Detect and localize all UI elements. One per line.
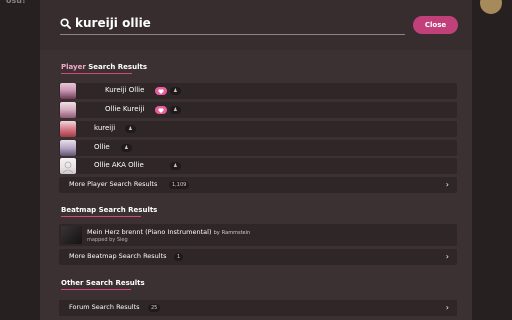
beatmap-title: Mein Herz brennt (Piano Instrumental) by… <box>87 228 250 236</box>
player-title-underline <box>61 73 132 74</box>
chevron-right-icon: › <box>445 180 449 189</box>
player-name: Ollie Kureiji <box>105 105 145 113</box>
flag-sg-icon <box>92 88 101 94</box>
beatmap-mapper: mapped by Sieg <box>87 237 128 243</box>
more-beatmaps-label: More Beatmap Search Results <box>69 252 167 260</box>
background-right <box>472 0 512 320</box>
other-section-title: Other Search Results <box>61 279 145 287</box>
more-beatmaps-row[interactable]: More Beatmap Search Results 1 › <box>59 249 457 265</box>
player-avatar <box>60 140 76 156</box>
player-title-rest: Search Results <box>85 63 147 71</box>
player-name: Ollie AKA Ollie <box>94 161 144 169</box>
player-avatar <box>60 121 76 137</box>
search-underline <box>60 34 405 35</box>
beatmap-result-row[interactable]: Mein Herz brennt (Piano Instrumental) by… <box>59 224 457 246</box>
flag-ir-icon <box>81 126 90 132</box>
other-title-underline <box>61 289 131 290</box>
beatmap-section-title: Beatmap Search Results <box>61 206 158 214</box>
close-button[interactable]: Close <box>413 16 458 34</box>
player-avatar <box>60 83 76 99</box>
more-players-count: 1,109 <box>169 181 190 189</box>
heart-icon <box>155 87 167 95</box>
forum-results-label: Forum Search Results <box>69 303 140 311</box>
player-row[interactable]: Ollie AKA Ollie ♟ <box>59 158 457 174</box>
forum-results-count: 25 <box>148 304 161 312</box>
flag-my-icon <box>92 107 101 113</box>
player-section-title: Player Search Results <box>61 63 147 71</box>
add-friend-icon[interactable]: ♟ <box>170 162 181 170</box>
search-overlay-panel: Close Player Search Results Kureiji Olli… <box>40 0 472 320</box>
add-friend-icon[interactable]: ♟ <box>170 87 181 95</box>
player-row[interactable]: Ollie Kureiji ♟ <box>59 102 457 118</box>
add-friend-icon[interactable]: ♟ <box>125 125 136 133</box>
player-avatar <box>60 158 76 174</box>
search-bar: Close <box>40 0 472 50</box>
player-name: kureiji <box>94 124 116 132</box>
player-row[interactable]: Ollie ♟ <box>59 140 457 156</box>
forum-results-row[interactable]: Forum Search Results 25 › <box>59 300 457 316</box>
add-friend-icon[interactable]: ♟ <box>170 106 181 114</box>
beatmap-song-title: Mein Herz brennt (Piano Instrumental) <box>87 228 212 236</box>
search-icon <box>60 18 71 29</box>
more-beatmaps-count: 1 <box>174 253 184 261</box>
player-name: Ollie <box>94 143 110 151</box>
flag-ru-icon <box>81 107 90 113</box>
beatmap-artist: Rammstein <box>221 230 251 236</box>
beatmap-title-underline <box>61 216 141 217</box>
heart-icon <box>155 106 167 114</box>
background-logo: osu! <box>6 0 26 5</box>
flag-unknown-icon <box>81 163 90 169</box>
beatmap-by-label: by <box>213 230 220 236</box>
beatmap-thumbnail <box>61 226 82 244</box>
flag-gb-icon <box>81 145 90 151</box>
flag-nz-icon <box>81 88 90 94</box>
player-title-highlight: Player <box>61 63 86 71</box>
search-input[interactable] <box>75 13 405 33</box>
more-players-row[interactable]: More Player Search Results 1,109 › <box>59 177 457 193</box>
player-avatar <box>60 102 76 118</box>
chevron-right-icon: › <box>445 252 449 261</box>
chevron-right-icon: › <box>445 303 449 312</box>
player-name: Kureiji Ollie <box>105 86 145 94</box>
player-row[interactable]: kureiji ♟ <box>59 121 457 137</box>
add-friend-icon[interactable]: ♟ <box>121 144 132 152</box>
background-left <box>0 0 40 320</box>
more-players-label: More Player Search Results <box>69 180 158 188</box>
player-row[interactable]: Kureiji Ollie ♟ <box>59 83 457 99</box>
